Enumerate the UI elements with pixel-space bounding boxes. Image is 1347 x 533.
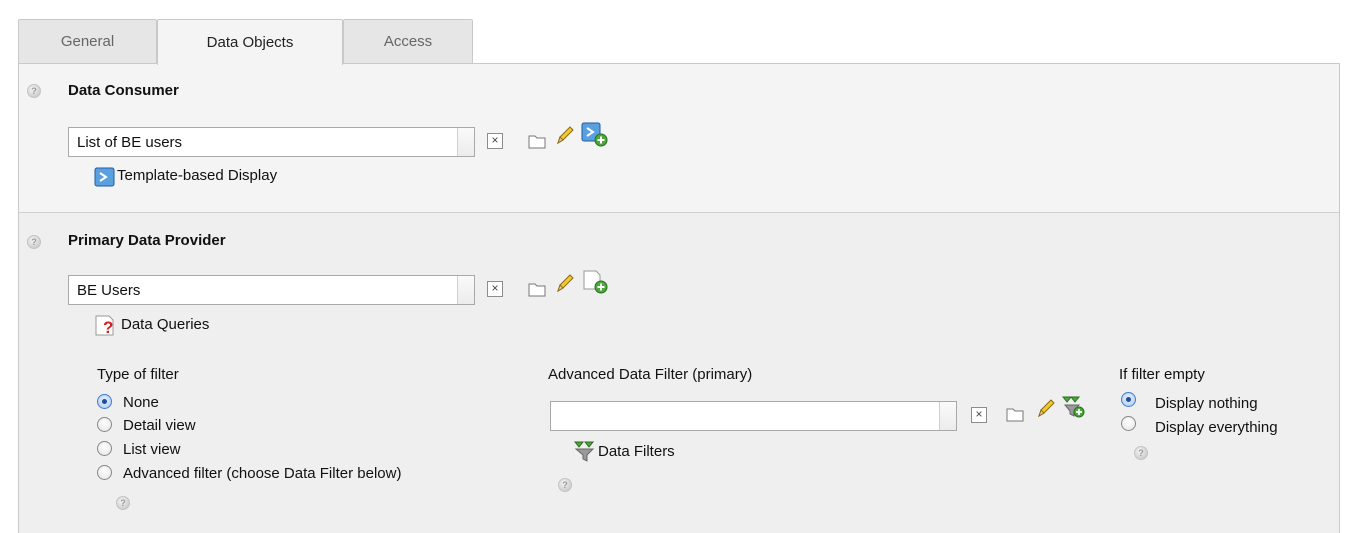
field-scrollbar[interactable] bbox=[457, 276, 474, 304]
data-query-icon: ? bbox=[95, 315, 114, 337]
help-icon[interactable]: ? bbox=[1134, 446, 1148, 460]
radio-list-view[interactable] bbox=[97, 441, 112, 456]
pencil-icon[interactable] bbox=[555, 272, 575, 294]
tab-general[interactable]: General bbox=[18, 19, 157, 63]
primary-data-provider-title: Primary Data Provider bbox=[68, 232, 226, 249]
data-filters-link[interactable]: Data Filters bbox=[598, 443, 675, 460]
radio-advanced-filter-label: Advanced filter (choose Data Filter belo… bbox=[123, 465, 402, 482]
help-icon[interactable]: ? bbox=[558, 478, 572, 492]
primary-data-provider-field[interactable]: BE Users bbox=[68, 275, 475, 305]
tab-data-objects[interactable]: Data Objects bbox=[157, 19, 343, 65]
field-scrollbar[interactable] bbox=[457, 128, 474, 156]
radio-display-nothing-label: Display nothing bbox=[1155, 395, 1258, 412]
field-scrollbar[interactable] bbox=[939, 402, 956, 430]
type-of-filter-label: Type of filter bbox=[97, 366, 179, 383]
data-filter-icon bbox=[573, 441, 595, 462]
folder-icon[interactable] bbox=[528, 281, 546, 297]
add-data-filter-icon[interactable] bbox=[1060, 393, 1086, 419]
radio-display-everything-label: Display everything bbox=[1155, 419, 1278, 436]
radio-display-everything[interactable] bbox=[1121, 416, 1136, 431]
template-display-icon bbox=[94, 167, 115, 187]
advanced-data-filter-field[interactable] bbox=[550, 401, 957, 431]
folder-icon[interactable] bbox=[528, 133, 546, 149]
template-based-display-link[interactable]: Template-based Display bbox=[117, 167, 277, 184]
data-queries-link[interactable]: Data Queries bbox=[121, 316, 209, 333]
radio-detail-view-label: Detail view bbox=[123, 417, 196, 434]
data-consumer-title: Data Consumer bbox=[68, 82, 179, 99]
data-consumer-value: List of BE users bbox=[77, 133, 183, 151]
radio-list-view-label: List view bbox=[123, 441, 181, 458]
data-consumer-field[interactable]: List of BE users bbox=[68, 127, 475, 157]
radio-none-label: None bbox=[123, 394, 159, 411]
help-icon[interactable]: ? bbox=[27, 84, 41, 98]
advanced-data-filter-label: Advanced Data Filter (primary) bbox=[548, 366, 753, 383]
clear-icon[interactable]: × bbox=[487, 133, 503, 149]
clear-icon[interactable]: × bbox=[971, 407, 987, 423]
svg-text:?: ? bbox=[103, 318, 113, 337]
add-template-display-icon[interactable] bbox=[580, 121, 608, 147]
radio-advanced-filter[interactable] bbox=[97, 465, 112, 480]
pencil-icon[interactable] bbox=[555, 124, 575, 146]
clear-icon[interactable]: × bbox=[487, 281, 503, 297]
add-data-query-icon[interactable] bbox=[580, 268, 608, 294]
folder-icon[interactable] bbox=[1006, 406, 1024, 422]
tab-bar: General Data Objects Access bbox=[18, 19, 1340, 65]
pencil-icon[interactable] bbox=[1036, 397, 1056, 419]
radio-display-nothing[interactable] bbox=[1121, 392, 1136, 407]
tab-access[interactable]: Access bbox=[343, 19, 473, 63]
radio-detail-view[interactable] bbox=[97, 417, 112, 432]
primary-data-provider-value: BE Users bbox=[77, 281, 141, 299]
if-filter-empty-label: If filter empty bbox=[1119, 366, 1205, 383]
radio-none[interactable] bbox=[97, 394, 112, 409]
help-icon[interactable]: ? bbox=[27, 235, 41, 249]
help-icon[interactable]: ? bbox=[116, 496, 130, 510]
